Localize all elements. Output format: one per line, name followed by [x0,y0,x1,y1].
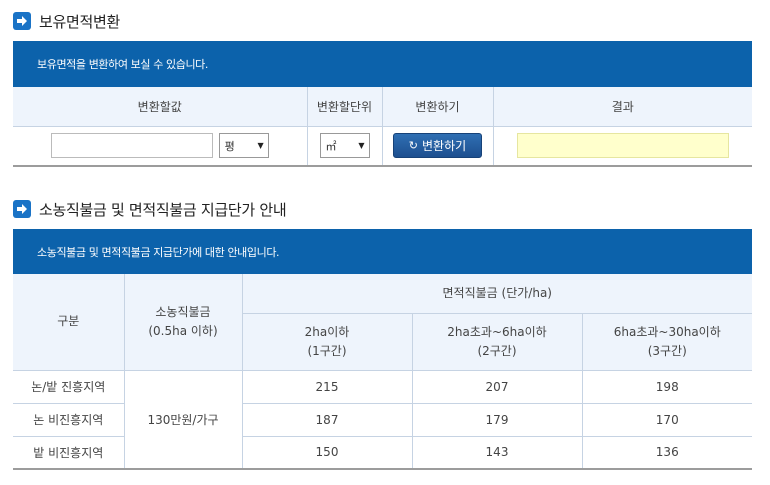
cell-value: 207 [412,370,583,404]
table-row: 논/밭 진흥지역 130만원/가구 215 207 198 [13,370,752,470]
header-value: 변환할값 [13,87,308,127]
header-small-farm: 소농직불금 (0.5ha 이하) [124,274,243,371]
result-output [516,133,729,159]
cell-value: 136 [582,436,752,470]
header-tier-3: 6ha초과~30ha이하 (3구간) [582,313,752,371]
header-area-payment: 면적직불금 (단가/ha) [242,274,752,314]
tier-3-label: (3구간) [647,343,687,358]
row-label: 논 비진흥지역 [13,403,125,437]
section-title-text: 소농직불금 및 면적직불금 지급단가 안내 [39,200,287,219]
convert-cell: ↻ 변환하기 [382,126,494,167]
conversion-table: 변환할값 변환할단위 변환하기 결과 평 ▼ ㎡ ▼ ↻ 변환하기 [13,87,752,167]
cell-value: 187 [242,403,413,437]
tier-1-label: (1구간) [307,343,347,358]
header-small-farm-line2: (0.5ha 이하) [148,323,218,338]
section-title-text: 보유면적변환 [39,12,121,31]
conversion-banner: 보유면적을 변환하여 보실 수 있습니다. [13,41,752,87]
row-label: 밭 비진흥지역 [13,436,125,470]
header-convert: 변환하기 [382,87,494,127]
cell-value: 143 [412,436,583,470]
section-title-payment: 소농직불금 및 면적직불금 지급단가 안내 [13,198,287,220]
value-input[interactable] [50,133,213,159]
convert-button[interactable]: ↻ 변환하기 [393,133,482,159]
small-farm-amount: 130만원/가구 [124,370,243,470]
payment-table: 구분 소농직불금 (0.5ha 이하) 면적직불금 (단가/ha) 2ha이하 … [13,274,752,470]
cell-value: 170 [582,403,752,437]
result-cell [493,126,752,167]
cell-value: 150 [242,436,413,470]
value-cell: 평 ▼ [13,126,308,167]
tier-3-range: 6ha초과~30ha이하 [613,324,721,339]
header-tier-1: 2ha이하 (1구간) [242,313,413,371]
header-unit: 변환할단위 [307,87,383,127]
payment-banner: 소농직불금 및 면적직불금 지급단가에 대한 안내입니다. [13,229,752,274]
from-unit-select[interactable]: 평 ▼ [218,133,269,159]
unit-cell: ㎡ ▼ [307,126,383,167]
section-title-area-conversion: 보유면적변환 [13,10,120,32]
from-unit-value: 평 [224,139,235,153]
to-unit-value: ㎡ [325,139,337,153]
header-small-farm-line1: 소농직불금 [155,304,211,319]
tier-1-range: 2ha이하 [304,324,350,339]
arrow-right-icon [13,12,31,30]
row-label: 논/밭 진흥지역 [13,370,125,404]
chevron-down-icon: ▼ [257,141,264,151]
chevron-down-icon: ▼ [358,141,365,151]
header-tier-2: 2ha초과~6ha이하 (2구간) [412,313,583,371]
header-result: 결과 [493,87,752,127]
cell-value: 179 [412,403,583,437]
cell-value: 215 [242,370,413,404]
refresh-icon: ↻ [408,139,419,153]
arrow-right-icon [13,200,31,218]
cell-value: 198 [582,370,752,404]
to-unit-select[interactable]: ㎡ ▼ [319,133,370,159]
header-category: 구분 [13,274,125,371]
table-row: 밭 비진흥지역 150 143 136 [13,436,752,470]
tier-2-label: (2구간) [477,343,517,358]
tier-2-range: 2ha초과~6ha이하 [447,324,547,339]
table-row: 논 비진흥지역 187 179 170 [13,403,752,437]
convert-button-label: 변환하기 [422,139,467,154]
